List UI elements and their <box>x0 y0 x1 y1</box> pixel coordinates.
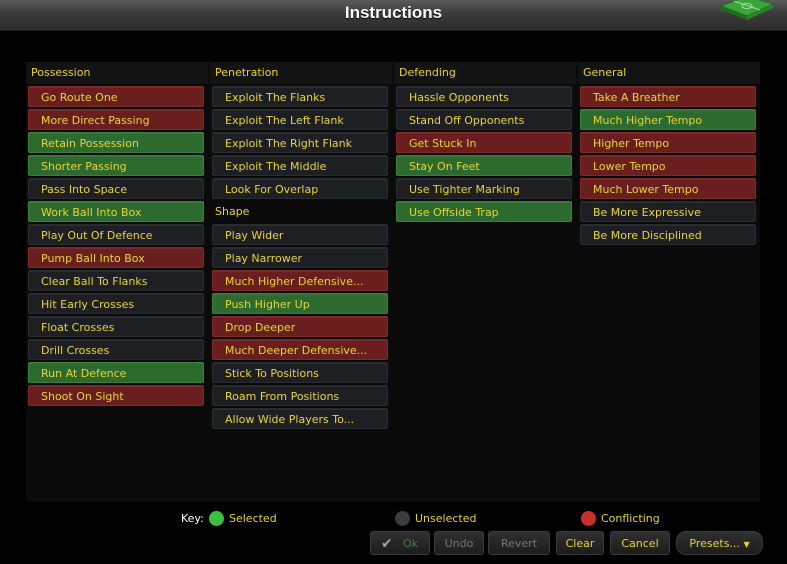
window-title: Instructions <box>344 3 443 22</box>
clear-button[interactable]: Clear <box>556 531 604 555</box>
pitch-icon[interactable] <box>717 0 775 22</box>
instruction-toggle-run-at-defence[interactable]: Run At Defence <box>28 362 204 383</box>
cancel-button[interactable]: Cancel <box>610 531 670 555</box>
instruction-toggle-higher-tempo[interactable]: Higher Tempo <box>580 132 756 153</box>
key-label: Key: <box>181 512 204 525</box>
column-defending: Defending Hassle Opponents Stand Off Oppo… <box>394 62 576 224</box>
undo-button[interactable]: Undo <box>434 531 484 555</box>
instruction-toggle-look-for-overlap[interactable]: Look For Overlap <box>212 178 388 199</box>
instruction-toggle-use-tighter-marking[interactable]: Use Tighter Marking <box>396 178 572 199</box>
instruction-toggle-much-higher-tempo[interactable]: Much Higher Tempo <box>580 109 756 130</box>
instruction-toggle-play-narrower[interactable]: Play Narrower <box>212 247 388 268</box>
instruction-toggle-much-higher-defensive[interactable]: Much Higher Defensive... <box>212 270 388 291</box>
key-unselected-label: Unselected <box>415 512 477 525</box>
instruction-toggle-exploit-the-middle[interactable]: Exploit The Middle <box>212 155 388 176</box>
instruction-toggle-get-stuck-in[interactable]: Get Stuck In <box>396 132 572 153</box>
key-conflicting-label: Conflicting <box>601 512 660 525</box>
instruction-toggle-work-ball-into-box[interactable]: Work Ball Into Box <box>28 201 204 222</box>
presets-button[interactable]: Presets... ▼ <box>676 531 763 555</box>
instruction-toggle-clear-ball-to-flanks[interactable]: Clear Ball To Flanks <box>28 270 204 291</box>
instruction-toggle-drill-crosses[interactable]: Drill Crosses <box>28 339 204 360</box>
check-icon: ✔ <box>381 536 393 552</box>
instruction-toggle-exploit-the-left-flank[interactable]: Exploit The Left Flank <box>212 109 388 130</box>
instruction-toggle-retain-possession[interactable]: Retain Possession <box>28 132 204 153</box>
instruction-toggle-go-route-one[interactable]: Go Route One <box>28 86 204 107</box>
column-header: Penetration <box>210 62 392 84</box>
ok-button-label: Ok <box>403 537 419 550</box>
instruction-toggle-take-a-breather[interactable]: Take A Breather <box>580 86 756 107</box>
conflicting-dot-icon <box>581 511 596 526</box>
instruction-toggle-much-lower-tempo[interactable]: Much Lower Tempo <box>580 178 756 199</box>
instruction-toggle-more-direct-passing[interactable]: More Direct Passing <box>28 109 204 130</box>
title-bar: Instructions <box>0 0 787 31</box>
column-header: Defending <box>394 62 576 84</box>
instruction-toggle-play-wider[interactable]: Play Wider <box>212 224 388 245</box>
instruction-toggle-shorter-passing[interactable]: Shorter Passing <box>28 155 204 176</box>
instruction-toggle-pump-ball-into-box[interactable]: Pump Ball Into Box <box>28 247 204 268</box>
instruction-toggle-exploit-the-right-flank[interactable]: Exploit The Right Flank <box>212 132 388 153</box>
column-header: General <box>578 62 760 84</box>
instruction-toggle-lower-tempo[interactable]: Lower Tempo <box>580 155 756 176</box>
instruction-toggle-play-out-of-defence[interactable]: Play Out Of Defence <box>28 224 204 245</box>
column-general: General Take A Breather Much Higher Tempo… <box>578 62 760 247</box>
instruction-toggle-exploit-the-flanks[interactable]: Exploit The Flanks <box>212 86 388 107</box>
instruction-toggle-pass-into-space[interactable]: Pass Into Space <box>28 178 204 199</box>
instruction-toggle-be-more-expressive[interactable]: Be More Expressive <box>580 201 756 222</box>
presets-button-label: Presets... <box>689 537 740 550</box>
legend-key: Key: Selected Unselected Conflicting <box>0 510 787 528</box>
instruction-toggle-be-more-disciplined[interactable]: Be More Disciplined <box>580 224 756 245</box>
instruction-toggle-stick-to-positions[interactable]: Stick To Positions <box>212 362 388 383</box>
instruction-toggle-much-deeper-defensive[interactable]: Much Deeper Defensive... <box>212 339 388 360</box>
column-header: Possession <box>26 62 208 84</box>
unselected-dot-icon <box>395 511 410 526</box>
column-penetration: Penetration Exploit The Flanks Exploit Th… <box>210 62 392 431</box>
instruction-toggle-stand-off-opponents[interactable]: Stand Off Opponents <box>396 109 572 130</box>
instruction-toggle-float-crosses[interactable]: Float Crosses <box>28 316 204 337</box>
chevron-down-icon: ▼ <box>743 540 750 549</box>
instruction-toggle-push-higher-up[interactable]: Push Higher Up <box>212 293 388 314</box>
key-selected-label: Selected <box>229 512 277 525</box>
section-header: Shape <box>215 205 250 218</box>
revert-button[interactable]: Revert <box>488 531 550 555</box>
instruction-toggle-hassle-opponents[interactable]: Hassle Opponents <box>396 86 572 107</box>
instruction-toggle-use-offside-trap[interactable]: Use Offside Trap <box>396 201 572 222</box>
column-possession: Possession Go Route One More Direct Passi… <box>26 62 208 408</box>
instruction-toggle-hit-early-crosses[interactable]: Hit Early Crosses <box>28 293 204 314</box>
instructions-panel: Possession Go Route One More Direct Passi… <box>26 62 760 502</box>
ok-button[interactable]: ✔ Ok <box>370 531 430 555</box>
selected-dot-icon <box>209 511 224 526</box>
instruction-toggle-drop-deeper[interactable]: Drop Deeper <box>212 316 388 337</box>
instruction-toggle-allow-wide-players-to[interactable]: Allow Wide Players To... <box>212 408 388 429</box>
instruction-toggle-stay-on-feet[interactable]: Stay On Feet <box>396 155 572 176</box>
instruction-toggle-shoot-on-sight[interactable]: Shoot On Sight <box>28 385 204 406</box>
instruction-toggle-roam-from-positions[interactable]: Roam From Positions <box>212 385 388 406</box>
